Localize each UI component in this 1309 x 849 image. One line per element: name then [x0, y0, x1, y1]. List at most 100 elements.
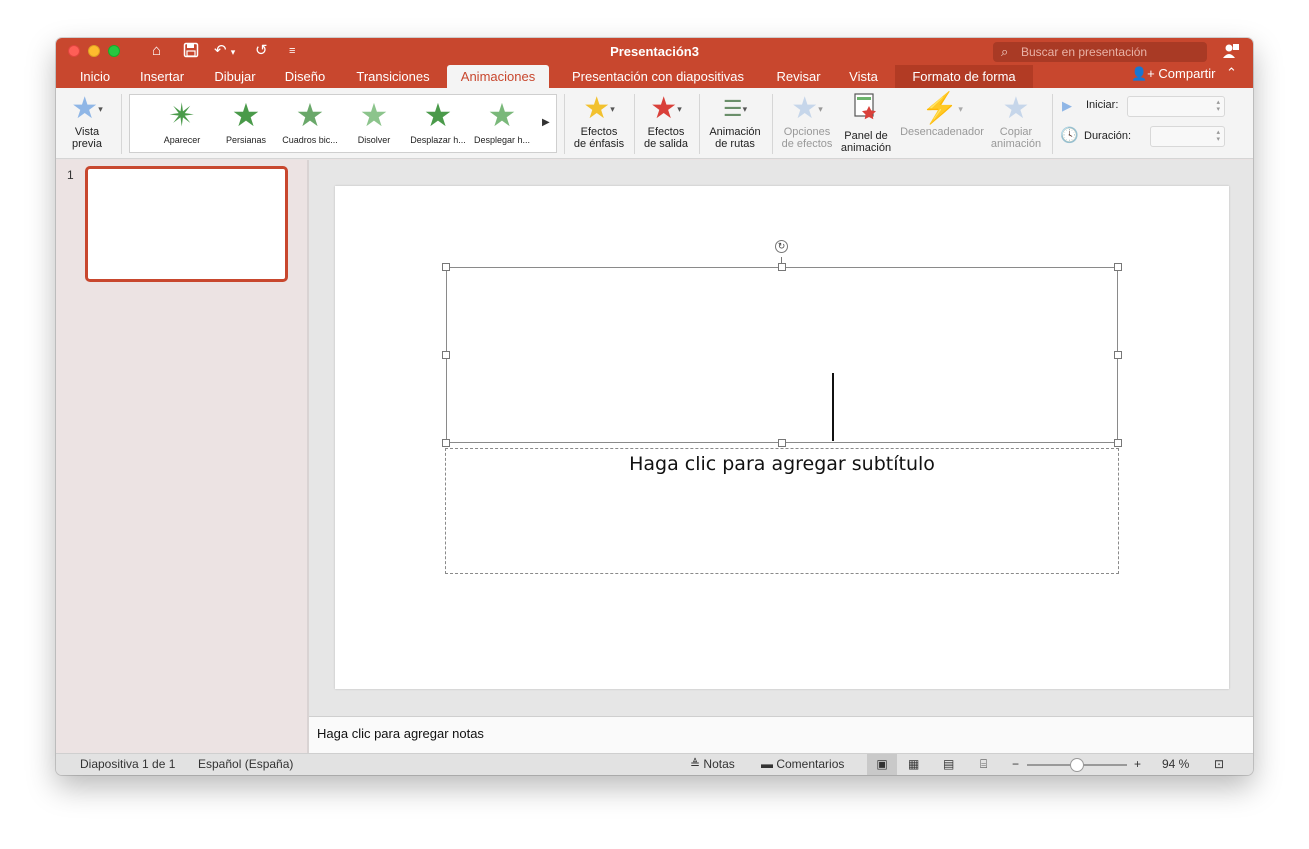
title-placeholder[interactable]: [446, 267, 1118, 443]
notes-icon: ≜: [690, 757, 701, 771]
resize-handle[interactable]: [442, 263, 450, 271]
close-window-button[interactable]: [68, 45, 80, 57]
tab-inicio[interactable]: Inicio: [70, 65, 120, 88]
slideshow-view-button[interactable]: ⌸: [980, 754, 987, 775]
comments-toggle-button[interactable]: ▬ Comentarios: [761, 754, 844, 775]
blinds-star-icon: ★: [231, 97, 261, 133]
effect-options-star-icon: ★▾: [791, 92, 823, 125]
start-label: Iniciar:: [1086, 99, 1119, 111]
resize-handle[interactable]: [778, 263, 786, 271]
tab-transiciones[interactable]: Transiciones: [346, 65, 440, 88]
presentation-icon: ⌸: [980, 757, 988, 771]
tab-formato-de-forma[interactable]: Formato de forma: [895, 65, 1033, 88]
normal-view-button[interactable]: ▣: [867, 754, 897, 775]
gallery-item-disolver[interactable]: ★ Disolver: [342, 95, 406, 145]
fly-in-star-icon: ★: [423, 97, 453, 133]
share-button[interactable]: 👤+ Compartir: [1131, 66, 1215, 82]
exit-effects-button[interactable]: ★▾ Efectos de salida: [638, 92, 694, 150]
copy-animation-button[interactable]: ★ Copiar animación: [988, 92, 1044, 150]
gallery-next-arrow-icon[interactable]: ▶: [542, 117, 550, 128]
zoom-level[interactable]: 94 %: [1162, 754, 1189, 775]
resize-handle[interactable]: [1114, 263, 1122, 271]
duration-stepper[interactable]: ▴ ▾: [1150, 126, 1225, 147]
play-icon: ▶: [1062, 98, 1072, 113]
resize-handle[interactable]: [442, 351, 450, 359]
resize-handle[interactable]: [1114, 439, 1122, 447]
resize-handle[interactable]: [442, 439, 450, 447]
emphasis-effects-button[interactable]: ★▾ Efectos de énfasis: [568, 92, 630, 150]
minimize-window-button[interactable]: [88, 45, 100, 57]
trigger-button[interactable]: ⚡▾ Desencadenador: [896, 92, 988, 138]
gallery-item-desplegar[interactable]: ★ Desplegar h...: [470, 95, 534, 145]
normal-view-icon: ▣: [876, 757, 888, 771]
preview-label-line1: Vista: [74, 126, 100, 138]
slide-canvas[interactable]: ↻ Haga clic para agregar subtítulo: [335, 186, 1229, 689]
notes-pane[interactable]: Haga clic para agregar notas: [309, 716, 1253, 753]
stepper-icon: ▴ ▾: [1216, 129, 1220, 143]
ribbon-separator: [564, 94, 565, 154]
tab-animaciones[interactable]: Animaciones: [447, 65, 549, 88]
slide-counter: Diapositiva 1 de 1: [80, 757, 176, 771]
subtitle-placeholder[interactable]: Haga clic para agregar subtítulo: [445, 448, 1119, 574]
appear-star-icon: ✴: [168, 97, 196, 133]
animation-painter-icon: ★: [1002, 92, 1030, 125]
exit-star-icon: ★▾: [650, 92, 682, 125]
gallery-item-persianas[interactable]: ★ Persianas: [214, 95, 278, 145]
ribbon: ★▾ Vista previa ✴ Aparecer ★ Persianas ★ Cu…: [56, 88, 1253, 159]
tab-presentacion[interactable]: Presentación con diapositivas: [558, 65, 758, 88]
share-label: Compartir: [1158, 66, 1216, 81]
collapse-ribbon-icon[interactable]: ⌃: [1226, 65, 1237, 81]
ribbon-separator: [1052, 94, 1053, 154]
preview-label-line2: previa: [72, 138, 102, 150]
slide-sorter-icon: ▦: [908, 757, 920, 771]
zoom-slider-track[interactable]: [1027, 758, 1127, 772]
home-icon[interactable]: ⌂: [152, 42, 161, 60]
ribbon-separator: [699, 94, 700, 154]
comment-icon: ▬: [761, 757, 773, 771]
zoom-in-button[interactable]: +: [1134, 754, 1141, 775]
dissolve-star-icon: ★: [359, 97, 389, 133]
slide-thumbnail[interactable]: [85, 166, 288, 282]
checkerboard-star-icon: ★: [295, 97, 325, 133]
effect-options-button[interactable]: ★▾ Opciones de efectos: [776, 92, 838, 150]
stepper-icon: ▴ ▾: [1216, 99, 1220, 113]
tab-dibujar[interactable]: Dibujar: [207, 65, 263, 88]
tab-insertar[interactable]: Insertar: [130, 65, 194, 88]
slide-sorter-view-button[interactable]: ▦: [908, 754, 919, 775]
reading-view-button[interactable]: ▤: [943, 754, 954, 775]
rotate-handle-icon[interactable]: ↻: [775, 240, 788, 253]
gallery-item-desplazar[interactable]: ★ Desplazar h...: [406, 95, 470, 145]
preview-button[interactable]: ★▾ Vista previa: [62, 92, 112, 150]
undo-icon[interactable]: ↶ ▾: [214, 42, 235, 61]
redo-icon[interactable]: ↺: [255, 42, 268, 60]
animation-pane-button[interactable]: Panel de animación: [838, 92, 894, 154]
search-placeholder: Buscar en presentación: [1021, 45, 1148, 59]
text-cursor: [832, 373, 834, 441]
fit-to-window-button[interactable]: ⊡: [1214, 754, 1224, 775]
add-person-icon: 👤+: [1131, 66, 1155, 81]
motion-paths-button[interactable]: ☰▾ Animación de rutas: [703, 92, 767, 150]
resize-handle[interactable]: [778, 439, 786, 447]
save-icon[interactable]: [183, 42, 199, 63]
start-dropdown[interactable]: ▴ ▾: [1127, 96, 1225, 117]
gallery-item-aparecer[interactable]: ✴ Aparecer: [150, 95, 214, 145]
search-input[interactable]: ⌕ Buscar en presentación: [993, 42, 1207, 62]
animation-gallery[interactable]: ✴ Aparecer ★ Persianas ★ Cuadros bic... ★ Di…: [129, 94, 557, 153]
slide-number: 1: [67, 168, 74, 182]
preview-star-icon: ★▾: [71, 92, 103, 125]
notes-toggle-button[interactable]: ≜ Notas: [690, 754, 735, 775]
tab-revisar[interactable]: Revisar: [769, 65, 828, 88]
lightning-icon: ⚡▾: [921, 92, 963, 125]
gallery-item-cuadros[interactable]: ★ Cuadros bic...: [278, 95, 342, 145]
tab-diseno[interactable]: Diseño: [278, 65, 332, 88]
zoom-out-button[interactable]: −: [1012, 754, 1019, 775]
status-bar: Diapositiva 1 de 1 Español (España) ≜ No…: [56, 753, 1253, 775]
customize-toolbar-icon[interactable]: ≡: [289, 42, 295, 60]
maximize-window-button[interactable]: [108, 45, 120, 57]
notes-placeholder: Haga clic para agregar notas: [317, 726, 484, 741]
zoom-slider-thumb[interactable]: [1070, 758, 1084, 772]
resize-handle[interactable]: [1114, 351, 1122, 359]
account-icon[interactable]: [1222, 42, 1240, 65]
tab-vista[interactable]: Vista: [840, 65, 887, 88]
language-indicator[interactable]: Español (España): [198, 754, 293, 775]
